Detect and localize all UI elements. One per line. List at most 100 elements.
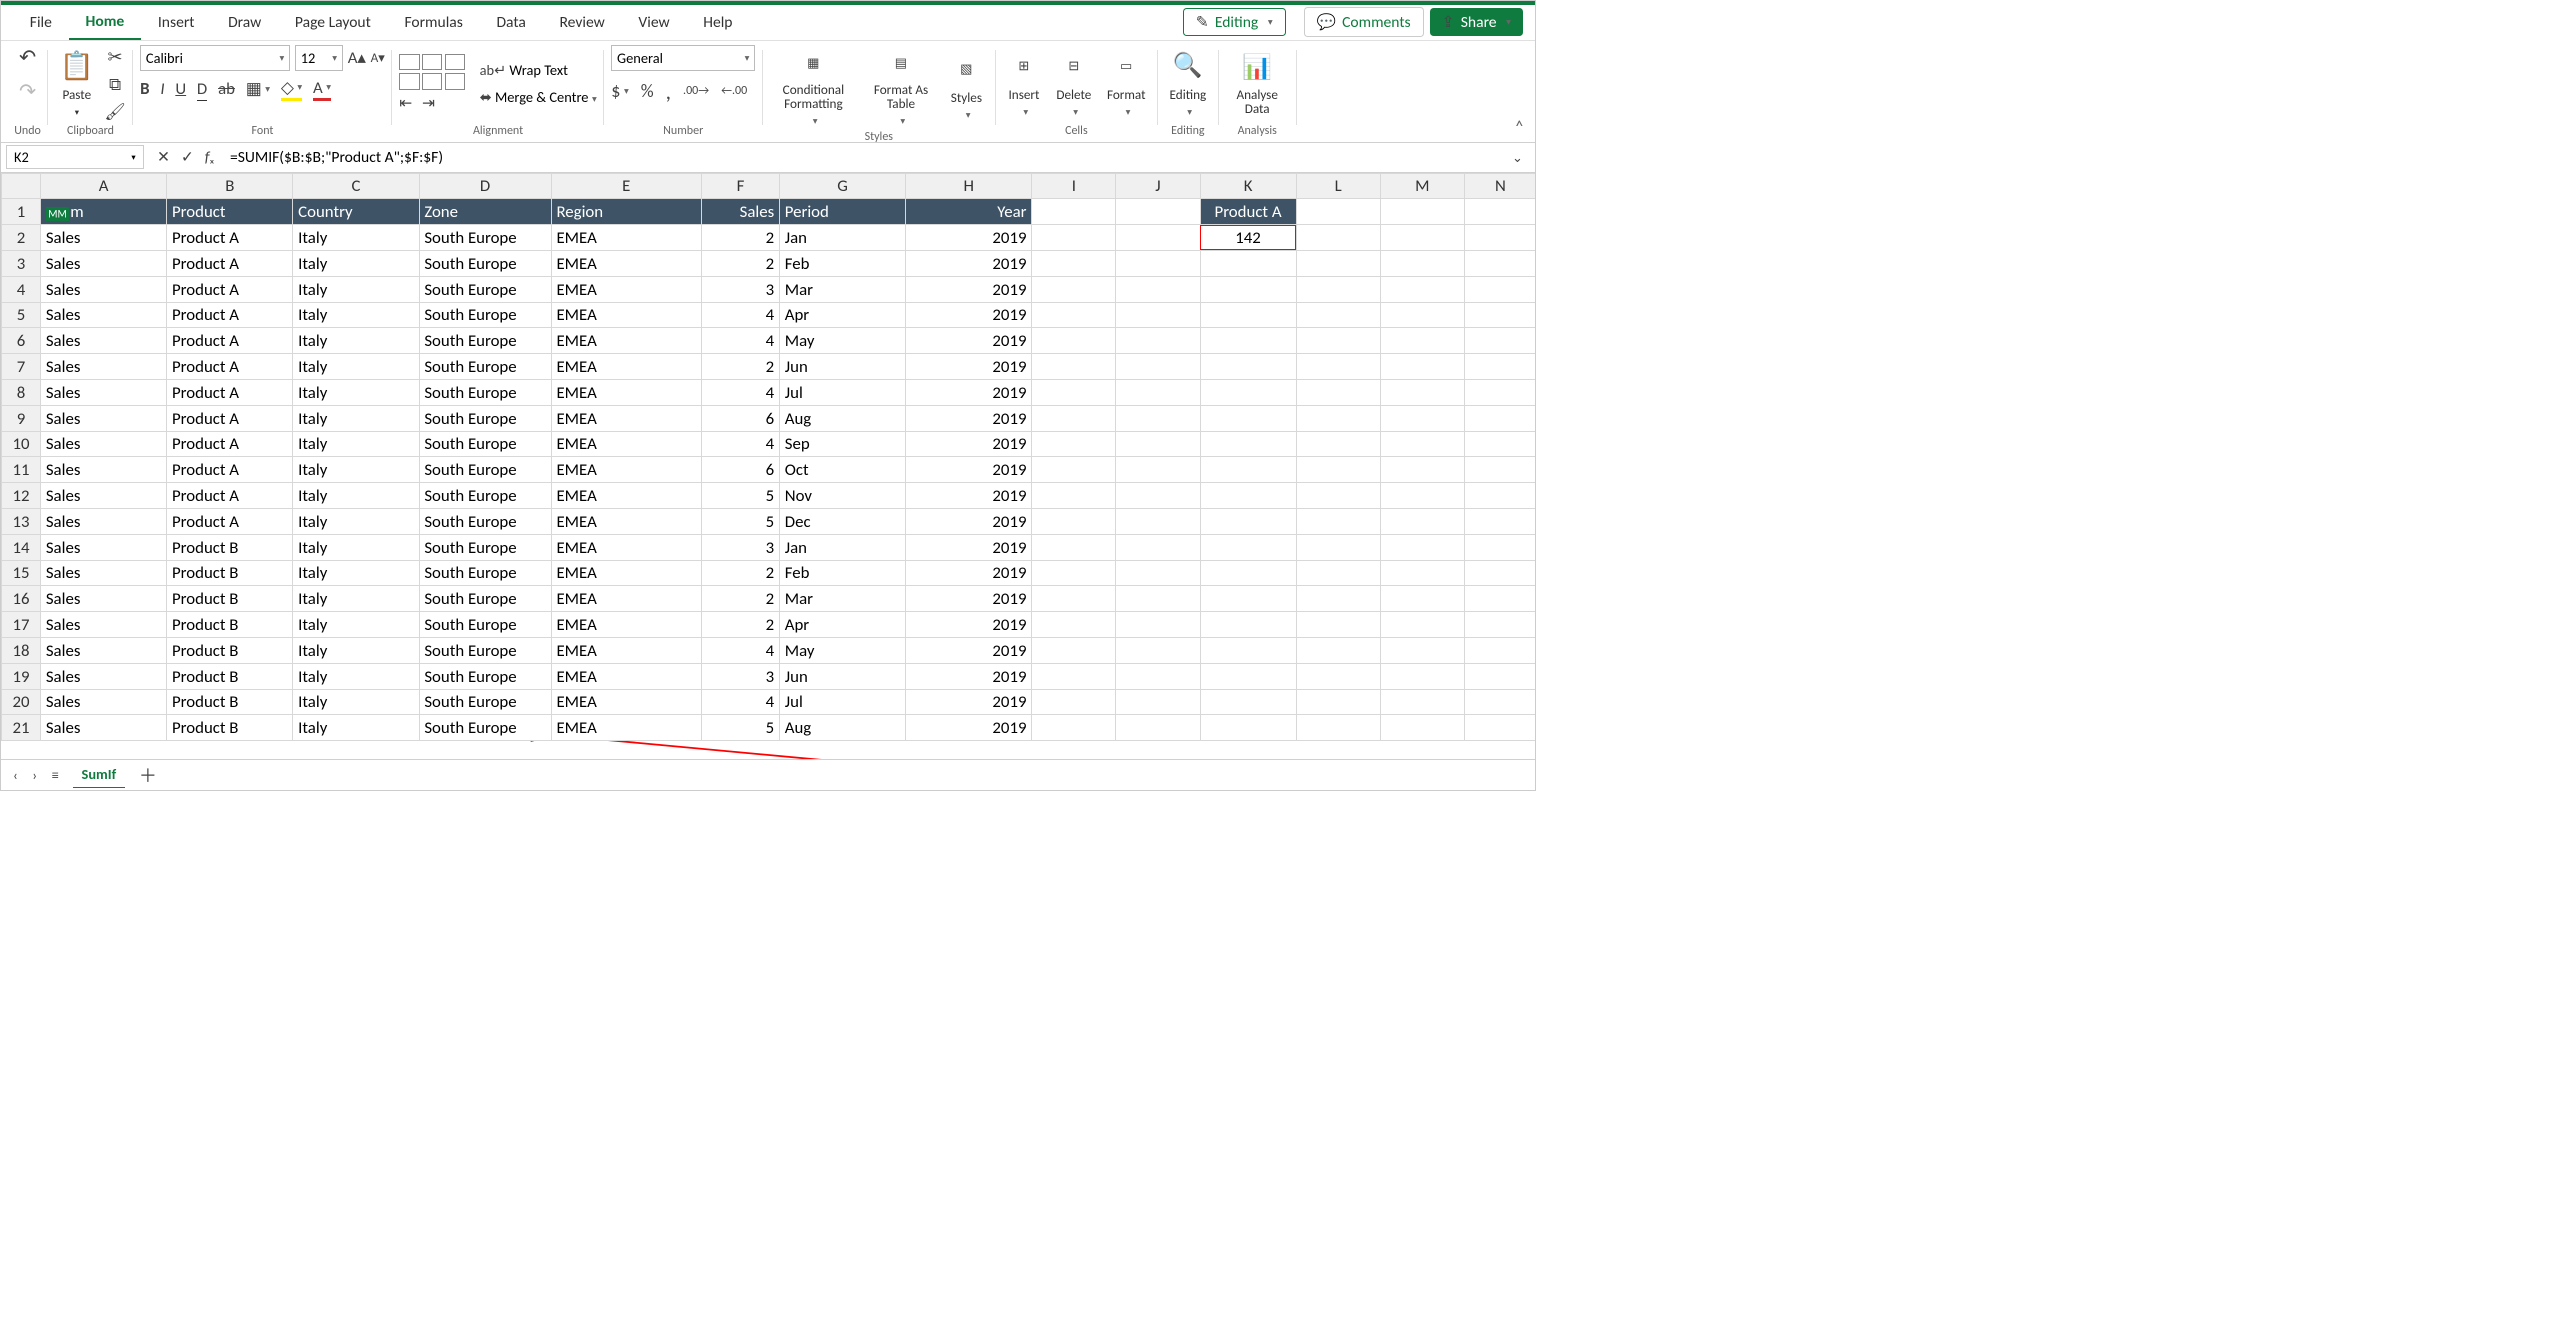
decrease-font-icon[interactable]: A▾ <box>371 49 385 66</box>
cell-B1[interactable]: Product <box>167 199 293 225</box>
accept-formula-icon[interactable]: ✓ <box>181 148 194 167</box>
cell-H17[interactable]: 2019 <box>906 612 1032 638</box>
cell-L2[interactable] <box>1296 225 1380 251</box>
cell-J6[interactable] <box>1116 328 1200 354</box>
column-header-J[interactable]: J <box>1116 173 1200 199</box>
cell-J18[interactable] <box>1116 637 1200 663</box>
cell-B9[interactable]: Product A <box>167 405 293 431</box>
cell-F14[interactable]: 3 <box>701 534 779 560</box>
formula-input[interactable]: =SUMIF($B:$B;"Product A";$F:$F) <box>223 148 1500 167</box>
cell-J5[interactable] <box>1116 302 1200 328</box>
cell-G11[interactable]: Oct <box>779 457 905 483</box>
cell-E19[interactable]: EMEA <box>551 663 701 689</box>
cell-C15[interactable]: Italy <box>293 560 419 586</box>
row-header-14[interactable]: 14 <box>2 534 41 560</box>
column-header-H[interactable]: H <box>906 173 1032 199</box>
tab-file[interactable]: File <box>13 4 69 40</box>
cell-L9[interactable] <box>1296 405 1380 431</box>
cell-F1[interactable]: Sales <box>701 199 779 225</box>
cell-H16[interactable]: 2019 <box>906 586 1032 612</box>
cell-G9[interactable]: Aug <box>779 405 905 431</box>
row-header-15[interactable]: 15 <box>2 560 41 586</box>
comma-icon[interactable]: , <box>666 78 671 105</box>
select-all-corner[interactable] <box>2 173 41 199</box>
cell-C6[interactable]: Italy <box>293 328 419 354</box>
cell-M13[interactable] <box>1380 508 1464 534</box>
cell-F20[interactable]: 4 <box>701 689 779 715</box>
cell-K6[interactable] <box>1200 328 1296 354</box>
cell-F7[interactable]: 2 <box>701 354 779 380</box>
cell-J17[interactable] <box>1116 612 1200 638</box>
cell-J20[interactable] <box>1116 689 1200 715</box>
row-header-11[interactable]: 11 <box>2 457 41 483</box>
cell-N3[interactable] <box>1464 250 1535 276</box>
cell-H18[interactable]: 2019 <box>906 637 1032 663</box>
cell-H10[interactable]: 2019 <box>906 431 1032 457</box>
cell-E15[interactable]: EMEA <box>551 560 701 586</box>
cell-J8[interactable] <box>1116 379 1200 405</box>
cell-F10[interactable]: 4 <box>701 431 779 457</box>
tab-draw[interactable]: Draw <box>211 4 278 40</box>
fx-icon[interactable]: fₓ <box>205 148 215 167</box>
cell-C18[interactable]: Italy <box>293 637 419 663</box>
cell-L6[interactable] <box>1296 328 1380 354</box>
row-header-8[interactable]: 8 <box>2 379 41 405</box>
cell-C14[interactable]: Italy <box>293 534 419 560</box>
cell-K5[interactable] <box>1200 302 1296 328</box>
cell-G8[interactable]: Jul <box>779 379 905 405</box>
cell-I18[interactable] <box>1032 637 1116 663</box>
sheet-next-icon[interactable]: › <box>32 766 37 784</box>
all-sheets-icon[interactable]: ≡ <box>52 766 59 784</box>
spreadsheet-grid[interactable]: ABCDEFGHIJKLMN 1MMmProductCountryZoneReg… <box>1 173 1535 759</box>
cell-C20[interactable]: Italy <box>293 689 419 715</box>
paste-button[interactable]: 📋 Paste ▾ <box>55 49 98 118</box>
cell-M14[interactable] <box>1380 534 1464 560</box>
cell-K21[interactable] <box>1200 715 1296 741</box>
cell-L1[interactable] <box>1296 199 1380 225</box>
cell-A13[interactable]: Sales <box>41 508 167 534</box>
cell-M15[interactable] <box>1380 560 1464 586</box>
cell-I6[interactable] <box>1032 328 1116 354</box>
column-header-M[interactable]: M <box>1380 173 1464 199</box>
format-as-table-button[interactable]: ▤Format As Table <box>863 45 939 127</box>
cell-E4[interactable]: EMEA <box>551 276 701 302</box>
cell-B21[interactable]: Product B <box>167 715 293 741</box>
cell-M16[interactable] <box>1380 586 1464 612</box>
cell-B2[interactable]: Product A <box>167 225 293 251</box>
font-size-select[interactable]: 12 <box>295 45 343 70</box>
cell-B3[interactable]: Product A <box>167 250 293 276</box>
cell-G18[interactable]: May <box>779 637 905 663</box>
cell-J15[interactable] <box>1116 560 1200 586</box>
column-header-K[interactable]: K <box>1200 173 1296 199</box>
cell-N14[interactable] <box>1464 534 1535 560</box>
name-box[interactable]: K2 ▾ <box>6 145 144 169</box>
cell-E10[interactable]: EMEA <box>551 431 701 457</box>
cell-K16[interactable] <box>1200 586 1296 612</box>
cell-F6[interactable]: 4 <box>701 328 779 354</box>
cell-J16[interactable] <box>1116 586 1200 612</box>
cell-C13[interactable]: Italy <box>293 508 419 534</box>
cell-F2[interactable]: 2 <box>701 225 779 251</box>
cell-D13[interactable]: South Europe <box>419 508 551 534</box>
row-header-19[interactable]: 19 <box>2 663 41 689</box>
cell-A20[interactable]: Sales <box>41 689 167 715</box>
cell-E13[interactable]: EMEA <box>551 508 701 534</box>
cell-H6[interactable]: 2019 <box>906 328 1032 354</box>
cell-E20[interactable]: EMEA <box>551 689 701 715</box>
cell-B16[interactable]: Product B <box>167 586 293 612</box>
cell-A16[interactable]: Sales <box>41 586 167 612</box>
cell-E12[interactable]: EMEA <box>551 483 701 509</box>
cell-I14[interactable] <box>1032 534 1116 560</box>
font-name-select[interactable]: Calibri <box>140 45 290 70</box>
cell-L10[interactable] <box>1296 431 1380 457</box>
cell-K17[interactable] <box>1200 612 1296 638</box>
cell-H13[interactable]: 2019 <box>906 508 1032 534</box>
cell-G19[interactable]: Jun <box>779 663 905 689</box>
cell-C12[interactable]: Italy <box>293 483 419 509</box>
row-header-1[interactable]: 1 <box>2 199 41 225</box>
cell-N20[interactable] <box>1464 689 1535 715</box>
cell-G6[interactable]: May <box>779 328 905 354</box>
cell-K14[interactable] <box>1200 534 1296 560</box>
sheet-tab-active[interactable]: SumIf <box>73 762 124 788</box>
cell-N9[interactable] <box>1464 405 1535 431</box>
